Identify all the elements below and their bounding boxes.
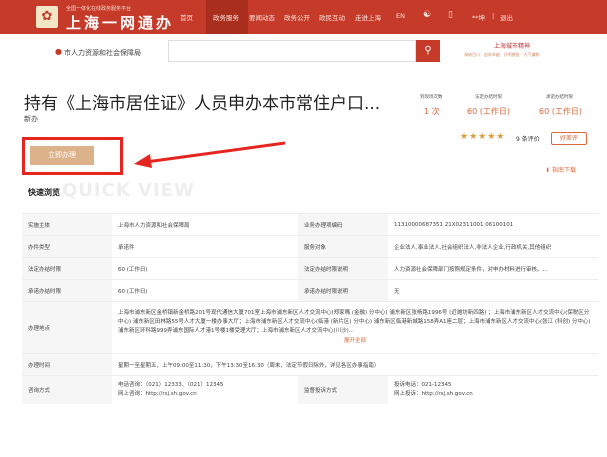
rating-stars: ★★★★★ — [460, 132, 506, 142]
promised-deadline-label: 承诺办结时限 — [546, 95, 573, 100]
table-row: 承诺办结时限 60 (工作日) 承诺办结时限说明 无 — [22, 279, 598, 302]
online-complaint-link[interactable]: 网上投诉：http://rsj.sh.gov.cn — [394, 390, 592, 399]
table-key: 业务办理项编码 — [298, 213, 388, 236]
table-key: 办件类型 — [22, 235, 112, 258]
expand-all-link[interactable]: 展开全部 — [118, 337, 592, 346]
table-row: 办理地点 上海市浦东新区金桥镇新金桥路201号现代通信大厦701室上海市浦东新区… — [22, 301, 598, 354]
legal-deadline-value: 60 (工作日) — [467, 107, 510, 116]
visit-count-value: 1 次 — [424, 107, 440, 116]
table-value-cell: 电话咨询：（021）12333、（021）12345 网上咨询：http://r… — [112, 375, 298, 404]
table-value: 无 — [388, 279, 598, 302]
logo-title[interactable]: 上海一网通办 — [66, 12, 174, 33]
table-key: 承诺办结时限说明 — [298, 279, 388, 302]
user-name[interactable]: **坤 — [472, 12, 485, 22]
nav-shanghai[interactable]: 走进上海 — [355, 12, 381, 22]
guide-download-link[interactable]: ⬇ 指南下载 — [545, 165, 576, 174]
table-key: 实施主体 — [22, 213, 112, 236]
table-value: 60 (工作日) — [112, 279, 298, 302]
table-row: 办理时间 星期一至星期五，上午09:00至11:30，下午13:30至16:30… — [22, 353, 598, 376]
table-row: 咨询方式 电话咨询：（021）12333、（021）12345 网上咨询：htt… — [22, 375, 598, 404]
table-row: 实施主体 上海市人力资源和社会保障局 业务办理项编码 1131000068735… — [22, 213, 598, 236]
table-value-cell: 上海市浦东新区金桥镇新金桥路201号现代通信大厦701室上海市浦东新区人才交流中… — [112, 301, 598, 354]
annotation-arrow-icon — [134, 141, 286, 168]
address-list: 上海市浦东新区金桥镇新金桥路201号现代通信大厦701室上海市浦东新区人才交流中… — [118, 310, 591, 334]
rating-count[interactable]: 9 条评价 — [516, 134, 540, 143]
quick-browse-title: 快速浏览 — [28, 188, 60, 197]
table-value: 星期一至星期五，上午09:00至11:30，下午13:30至16:30（周末、法… — [112, 353, 598, 376]
table-row: 办件类型 承诺件 服务对象 企业法人,事业法人,社会组织法人,非法人企业,行政机… — [22, 235, 598, 258]
nav-english[interactable]: EN — [396, 12, 405, 20]
service-type: 新办 — [24, 115, 38, 123]
table-key: 法定办结时限说明 — [298, 257, 388, 280]
table-key: 服务对象 — [298, 235, 388, 258]
quick-view-watermark: QUICK VIEW — [62, 180, 195, 201]
city-spirit-title: 上海城市精神 — [494, 43, 531, 50]
location-pin-icon: ● — [55, 47, 62, 56]
nav-interaction[interactable]: 政民互动 — [319, 12, 345, 22]
table-key: 监督投诉方式 — [298, 375, 388, 404]
legal-deadline-label: 法定办结时限 — [475, 95, 502, 100]
review-button[interactable]: 好差评 — [551, 132, 587, 145]
search-input[interactable] — [168, 40, 416, 62]
visit-count-label: 到现场次数 — [420, 95, 443, 100]
table-key: 办理时间 — [22, 353, 112, 376]
guide-download-label: 指南下载 — [551, 167, 576, 174]
complaint-phone: 投诉电话：021-12345 — [394, 381, 452, 388]
page-title: 持有《上海市居住证》人员申办本市常住户口... — [24, 94, 381, 114]
accessibility-icon[interactable]: ☯ — [423, 10, 431, 20]
table-row: 法定办结时限 60 (工作日) 法定办结时限说明 人力资源社会保障部门按照规定条… — [22, 257, 598, 280]
search-row: ● 市人力资源和社会保障局 ⚲ 上海城市精神 海纳百川 · 追求卓越 · 开明睿… — [0, 34, 607, 72]
city-spirit-subtitle: 海纳百川 · 追求卓越 · 开明睿智 · 大气谦和 — [464, 52, 540, 57]
location-selector[interactable]: 市人力资源和社会保障局 — [64, 48, 141, 58]
download-icon: ⬇ — [545, 167, 552, 174]
promised-deadline-value: 60 (工作日) — [539, 107, 582, 116]
nav-home[interactable]: 首页 — [180, 12, 193, 22]
logout-link[interactable]: 退出 — [500, 12, 513, 22]
phone-consult: 电话咨询：（021）12333、（021）12345 — [118, 381, 224, 388]
nav-services[interactable]: 政务服务 — [213, 12, 239, 22]
online-consult-link[interactable]: 网上咨询：http://rsj.sh.gov.cn — [118, 390, 292, 399]
logo-icon[interactable]: ✿ — [36, 6, 58, 28]
nav-public[interactable]: 政务公开 — [284, 12, 310, 22]
table-value: 11310000687351 21X02311001 06100101 — [388, 213, 598, 236]
table-value: 承诺件 — [112, 235, 298, 258]
nav-divider: | — [492, 12, 495, 20]
search-icon[interactable]: ⚲ — [416, 40, 440, 62]
table-value: 企业法人,事业法人,社会组织法人,非法人企业,行政机关,其他组织 — [388, 235, 598, 258]
info-table: 实施主体 上海市人力资源和社会保障局 业务办理项编码 1131000068735… — [22, 213, 598, 404]
table-value-cell: 投诉电话：021-12345 网上投诉：http://rsj.sh.gov.cn — [388, 375, 598, 404]
table-key: 办理地点 — [22, 301, 112, 354]
table-value: 上海市人力资源和社会保障局 — [112, 213, 298, 236]
mobile-icon[interactable]: ▯ — [448, 10, 453, 20]
table-key: 咨询方式 — [22, 375, 112, 404]
table-value: 人力资源社会保障部门按照规定条件，对申办材料进行审核。... — [388, 257, 598, 280]
table-key: 承诺办结时限 — [22, 279, 112, 302]
top-nav-bar: ✿ 全国一体化在线政务服务平台 上海一网通办 首页 政务服务 要闻动态 政务公开… — [0, 0, 607, 34]
logo-subtitle: 全国一体化在线政务服务平台 — [66, 6, 132, 12]
highlight-annotation-box — [22, 137, 123, 175]
table-key: 法定办结时限 — [22, 257, 112, 280]
nav-news[interactable]: 要闻动态 — [249, 12, 275, 22]
table-value: 60 (工作日) — [112, 257, 298, 280]
